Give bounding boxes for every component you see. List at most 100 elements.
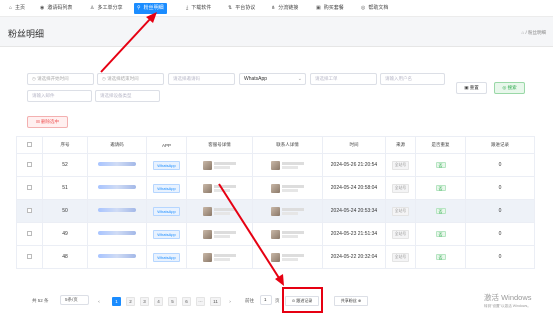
select-all-checkbox[interactable] — [27, 142, 32, 147]
source-tag: 全站号 — [391, 229, 410, 239]
nav-item-share-link[interactable]: ⋔ 分流链接 — [268, 3, 301, 14]
breadcrumb[interactable]: ⌂ / 粉丝明细 — [522, 30, 546, 36]
contact-avatar — [271, 229, 280, 239]
app-tag: WhatsApp — [153, 229, 180, 239]
user-icon: ♙ — [90, 5, 95, 11]
arrow-head-icon — [275, 274, 284, 286]
header-index: 序号 — [42, 136, 88, 154]
row-checkbox[interactable] — [27, 253, 32, 259]
fans-chart-icon: ⚲ — [137, 5, 141, 11]
email-input[interactable]: 请输入邮件 — [27, 90, 92, 102]
header-duplicate: 是否重复 — [415, 136, 466, 154]
header-app: APP — [146, 136, 187, 154]
page-size-select[interactable]: 5条/页 — [60, 295, 89, 305]
header-agent-detail: 客服号详情 — [186, 136, 253, 154]
table-row[interactable]: 52 WhatsApp 2024-05-26 21:20:54 全站号 否 0 — [16, 153, 535, 177]
nav-item-download[interactable]: ⤓ 下载软件 — [183, 3, 214, 14]
prev-page-button[interactable]: ‹ — [95, 297, 103, 306]
header-select-all[interactable] — [16, 136, 43, 154]
search-button[interactable]: ◎ 搜索 — [494, 82, 525, 94]
goto-page-input[interactable]: 1 — [260, 295, 272, 305]
source-tag: 全站号 — [391, 252, 410, 262]
follow-record-count[interactable]: 0 — [465, 245, 535, 269]
page-ellipsis[interactable]: ··· — [196, 297, 205, 306]
follow-record-count[interactable]: 0 — [465, 176, 535, 200]
agent-avatar — [203, 252, 212, 262]
agent-avatar — [203, 206, 212, 216]
ticket-select[interactable]: 请选择工单 — [310, 73, 377, 85]
table-row[interactable]: 48 WhatsApp 2024-05-22 20:32:04 全站号 否 0 — [16, 245, 535, 269]
page-6[interactable]: 6 — [182, 297, 191, 306]
source-tag: 全站号 — [391, 206, 410, 216]
start-time-picker[interactable]: ◷ 请选择开始时间 — [27, 73, 94, 85]
source-tag: 全站号 — [391, 183, 410, 193]
contact-avatar — [271, 183, 280, 193]
username-input[interactable]: 请输入用户名 — [380, 73, 445, 85]
delete-selected-button[interactable]: ⊟ 删除选中 — [27, 116, 68, 128]
invite-code-blurred — [98, 185, 136, 189]
page-2[interactable]: 2 — [126, 297, 135, 306]
table-row[interactable]: 51 WhatsApp 2024-05-24 20:58:04 全站号 否 0 — [16, 176, 535, 200]
row-checkbox[interactable] — [27, 161, 32, 167]
header-invite-code: 邀请码 — [87, 136, 147, 154]
share-link-icon: ⋔ — [271, 5, 276, 11]
device-type-select[interactable]: 请选择设备类型 — [95, 90, 160, 102]
header-follow-record: 跟进记录 — [465, 136, 535, 154]
page-11[interactable]: 11 — [210, 297, 221, 306]
agent-avatar — [203, 160, 212, 170]
contact-avatar — [271, 206, 280, 216]
app-tag: WhatsApp — [153, 160, 180, 170]
duplicate-tag: 否 — [435, 184, 446, 191]
agent-avatar — [203, 229, 212, 239]
row-checkbox[interactable] — [27, 184, 32, 190]
row-checkbox[interactable] — [27, 230, 32, 236]
row-time: 2024-05-23 21:51:34 — [322, 222, 386, 246]
page-1[interactable]: 1 — [112, 297, 121, 306]
nav-item-protocol[interactable]: ⇅ 平台协议 — [225, 3, 258, 14]
invite-code-blurred — [98, 162, 136, 166]
share-fans-button[interactable]: 共享粉丝 ⊕ — [334, 296, 368, 306]
app-tag: WhatsApp — [153, 206, 180, 216]
invite-code-blurred — [98, 208, 136, 212]
nav-item-invite-codes[interactable]: ◉ 邀请码列表 — [37, 3, 75, 14]
nav-item-help-docs[interactable]: ◎ 帮助文档 — [358, 3, 391, 14]
duplicate-tag: 否 — [435, 253, 446, 260]
nav-item-multi-share[interactable]: ♙ 多工单分享 — [87, 3, 126, 14]
invite-code-blurred — [98, 231, 136, 235]
total-count: 共 52 条 — [32, 298, 49, 303]
page-3[interactable]: 3 — [140, 297, 149, 306]
next-page-button[interactable]: › — [226, 297, 234, 306]
page-5[interactable]: 5 — [168, 297, 177, 306]
follow-record-count[interactable]: 0 — [465, 222, 535, 246]
row-index: 50 — [42, 199, 88, 223]
follow-record-count[interactable]: 0 — [465, 153, 535, 177]
nav-item-buy-package[interactable]: ▣ 购买套餐 — [313, 3, 347, 14]
help-doc-icon: ◎ — [361, 5, 366, 11]
goto-label: 前往 — [245, 298, 254, 303]
row-time: 2024-05-24 20:58:04 — [322, 176, 386, 200]
reset-button[interactable]: ▣ 重置 — [456, 82, 487, 94]
chevron-down-icon: ⌄ — [297, 76, 302, 82]
follow-record-count[interactable]: 0 — [465, 199, 535, 223]
row-checkbox[interactable] — [27, 207, 32, 213]
protocol-icon: ⇅ — [228, 5, 233, 11]
goto-suffix: 页 — [275, 298, 280, 303]
nav-item-home[interactable]: ⌂ 主页 — [6, 3, 28, 14]
download-icon: ⤓ — [186, 5, 189, 11]
app-tag: WhatsApp — [153, 183, 180, 193]
row-time: 2024-05-26 21:20:54 — [322, 153, 386, 177]
page-4[interactable]: 4 — [154, 297, 163, 306]
end-time-picker[interactable]: ◷ 请选择结束时间 — [97, 73, 164, 85]
table-row[interactable]: 50 WhatsApp 2024-05-24 20:53:34 全站号 否 0 — [16, 199, 535, 223]
source-tag: 全站号 — [391, 160, 410, 170]
location-pin-icon: ◉ — [40, 5, 45, 11]
app-select[interactable]: WhatsApp ⌄ — [239, 73, 306, 85]
app-tag: WhatsApp — [153, 252, 180, 262]
row-index: 48 — [42, 245, 88, 269]
row-index: 52 — [42, 153, 88, 177]
nav-item-fans-detail[interactable]: ⚲ 粉丝明细 — [134, 3, 167, 14]
table-row[interactable]: 49 WhatsApp 2024-05-23 21:51:34 全站号 否 0 — [16, 222, 535, 246]
invite-code-select[interactable]: 请选择邀请码 — [168, 73, 235, 85]
invite-code-blurred — [98, 254, 136, 258]
home-icon: ⌂ — [9, 5, 13, 11]
